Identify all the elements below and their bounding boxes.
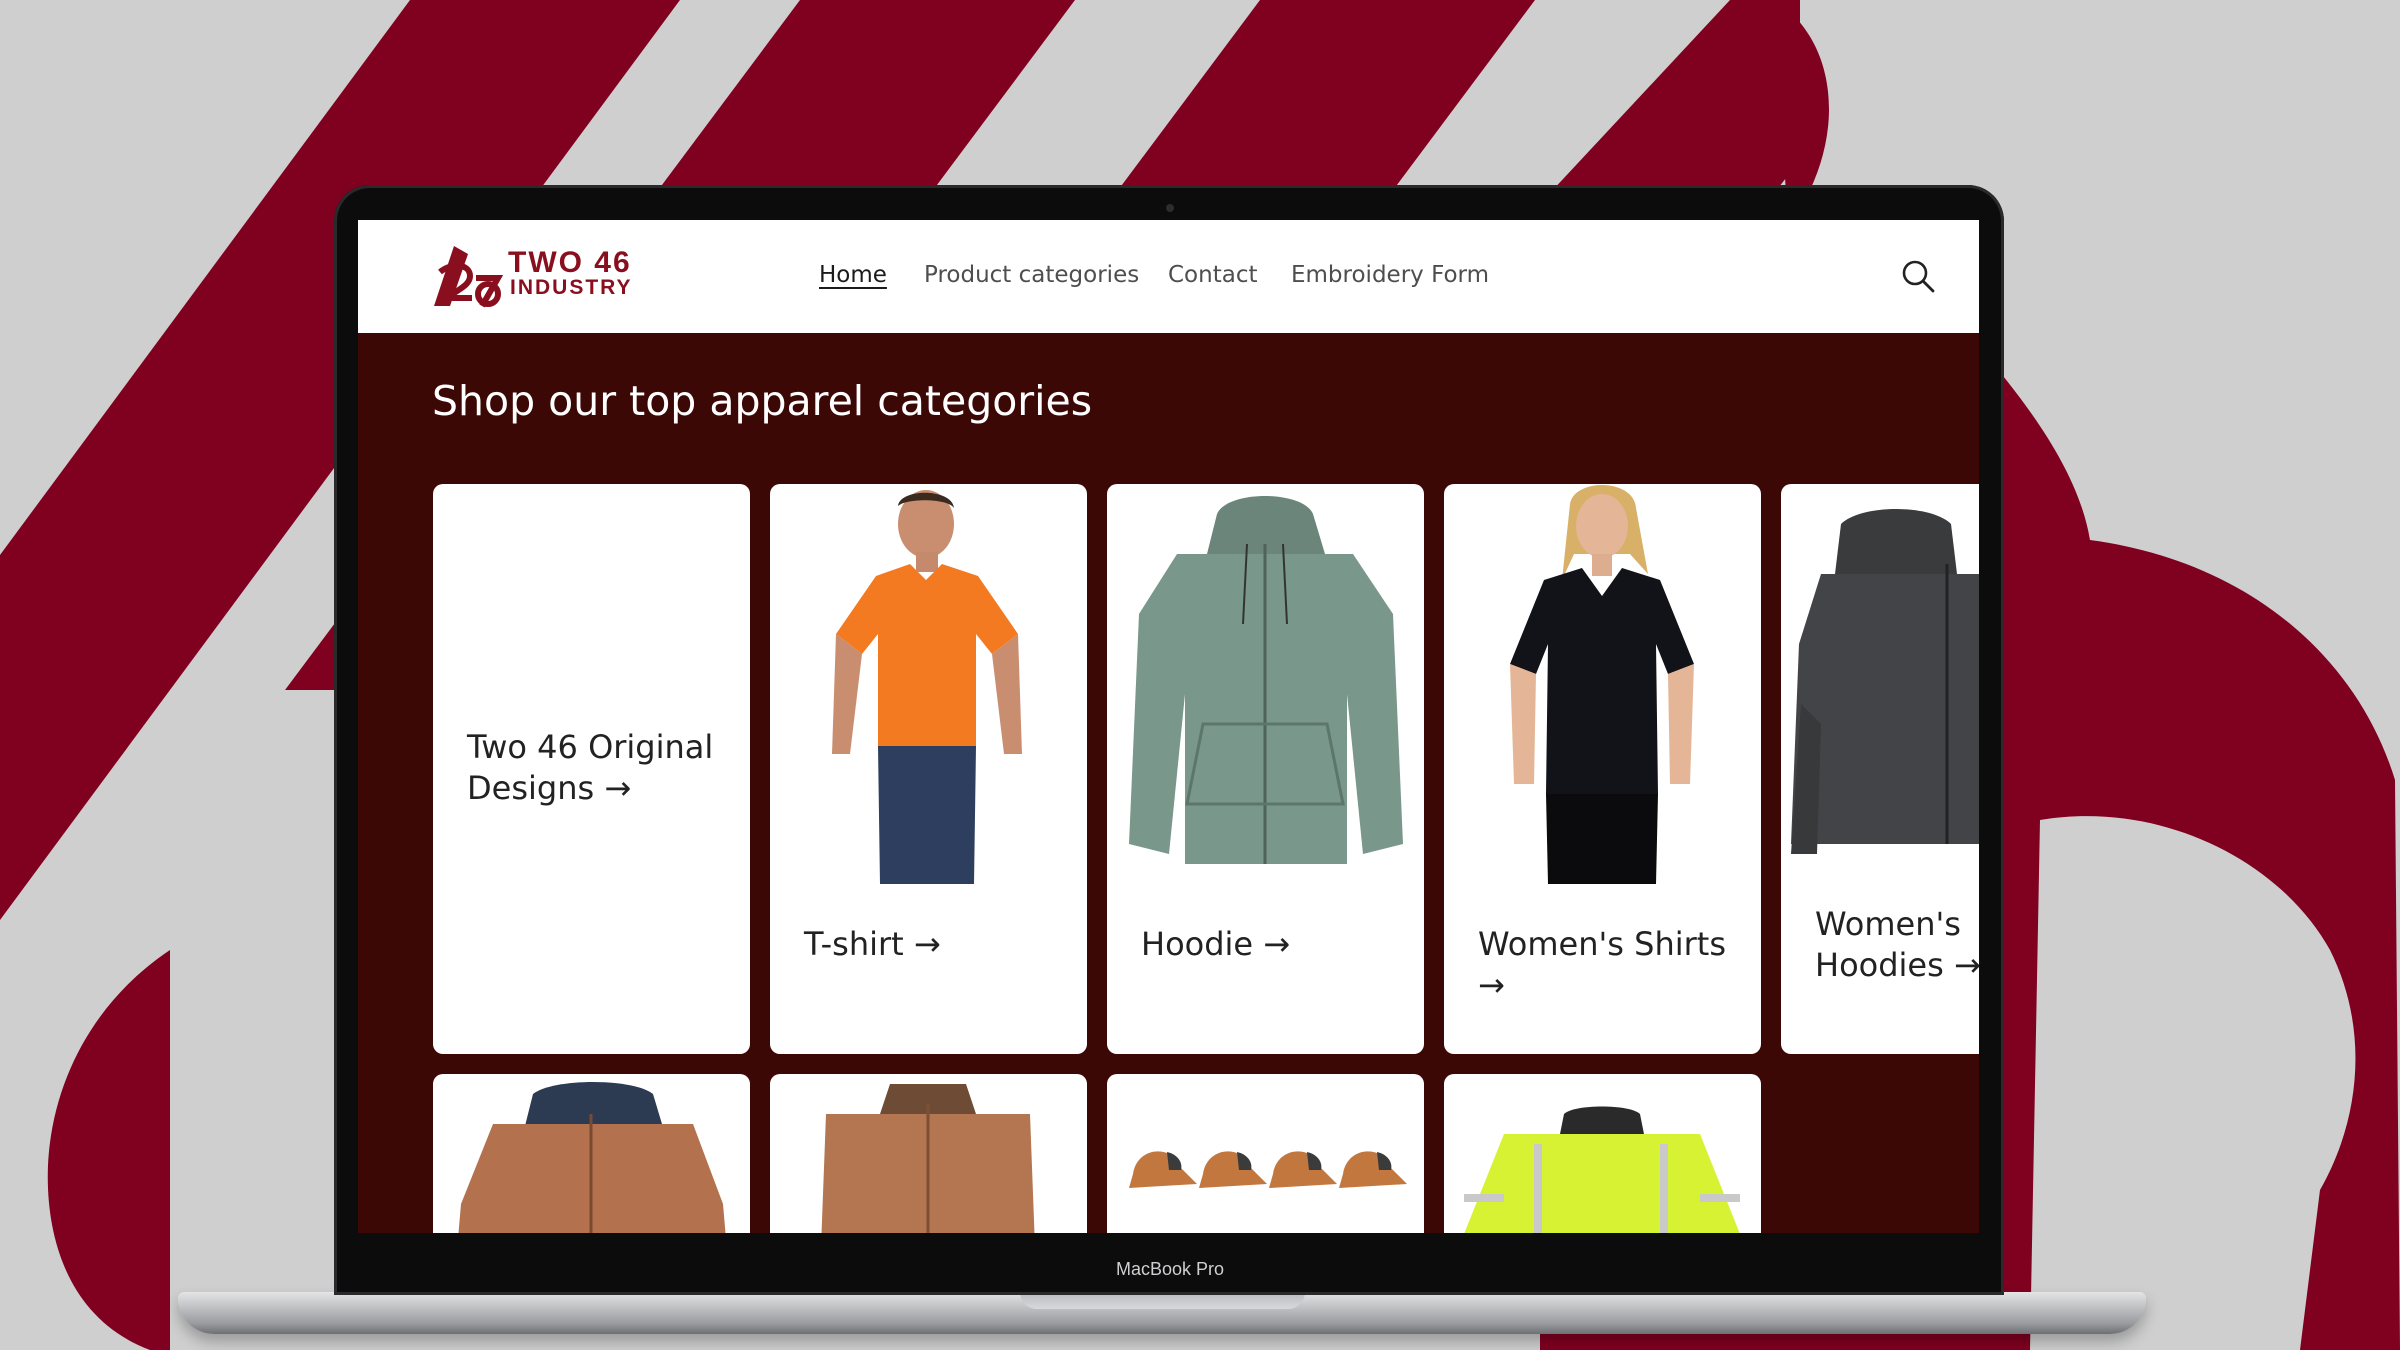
black-polo-model-image — [1510, 484, 1694, 884]
category-card-original-designs[interactable]: Two 46 Original Designs → — [433, 484, 750, 1054]
search-icon[interactable] — [1900, 258, 1936, 294]
camera-icon — [1166, 204, 1174, 212]
nav-embroidery-form[interactable]: Embroidery Form — [1291, 260, 1489, 290]
category-label: Women's Shirts → — [1478, 925, 1726, 1004]
category-label: Two 46 Original Designs → — [467, 728, 714, 807]
logo-text-line1: TWO 46 — [508, 246, 632, 279]
category-card-vest[interactable] — [770, 1074, 1087, 1233]
trucker-caps-image — [1129, 1151, 1407, 1188]
category-label: Hoodie → — [1141, 925, 1291, 963]
category-label: T-shirt → — [804, 925, 941, 963]
nav-product-categories[interactable]: Product categories — [924, 260, 1139, 290]
charcoal-hoodie-image — [1791, 509, 1979, 854]
category-card-womens-hoodies[interactable]: Women's Hoodies → — [1781, 484, 1979, 1054]
site-header: TWO 46 INDUSTRY Home Product categories … — [358, 220, 1979, 333]
category-label: Women's Hoodies → — [1815, 905, 1979, 984]
device-label: MacBook Pro — [1115, 1259, 1225, 1279]
nav-home[interactable]: Home — [819, 260, 887, 290]
logo-mark-icon — [434, 246, 504, 308]
hi-vis-jacket-image — [1464, 1106, 1740, 1233]
category-card-womens-shirts[interactable]: Women's Shirts → — [1444, 484, 1761, 1054]
category-card-hoodie[interactable]: Hoodie → — [1107, 484, 1424, 1054]
category-card-hi-vis[interactable] — [1444, 1074, 1761, 1233]
brown-jacket-image — [458, 1082, 726, 1233]
category-card-jacket[interactable] — [433, 1074, 750, 1233]
site-logo[interactable]: TWO 46 INDUSTRY — [432, 244, 672, 310]
category-card-tshirt[interactable]: T-shirt → — [770, 484, 1087, 1054]
category-card-caps[interactable] — [1107, 1074, 1424, 1233]
tshirt-model-image — [832, 490, 1022, 884]
nav-contact[interactable]: Contact — [1168, 260, 1257, 290]
browser-screen: TWO 46 INDUSTRY Home Product categories … — [358, 220, 1979, 1233]
brown-vest-image — [821, 1084, 1035, 1233]
logo-text-line2: INDUSTRY — [510, 276, 633, 299]
green-hoodie-image — [1129, 496, 1403, 864]
section-title: Shop our top apparel categories — [432, 377, 1093, 425]
